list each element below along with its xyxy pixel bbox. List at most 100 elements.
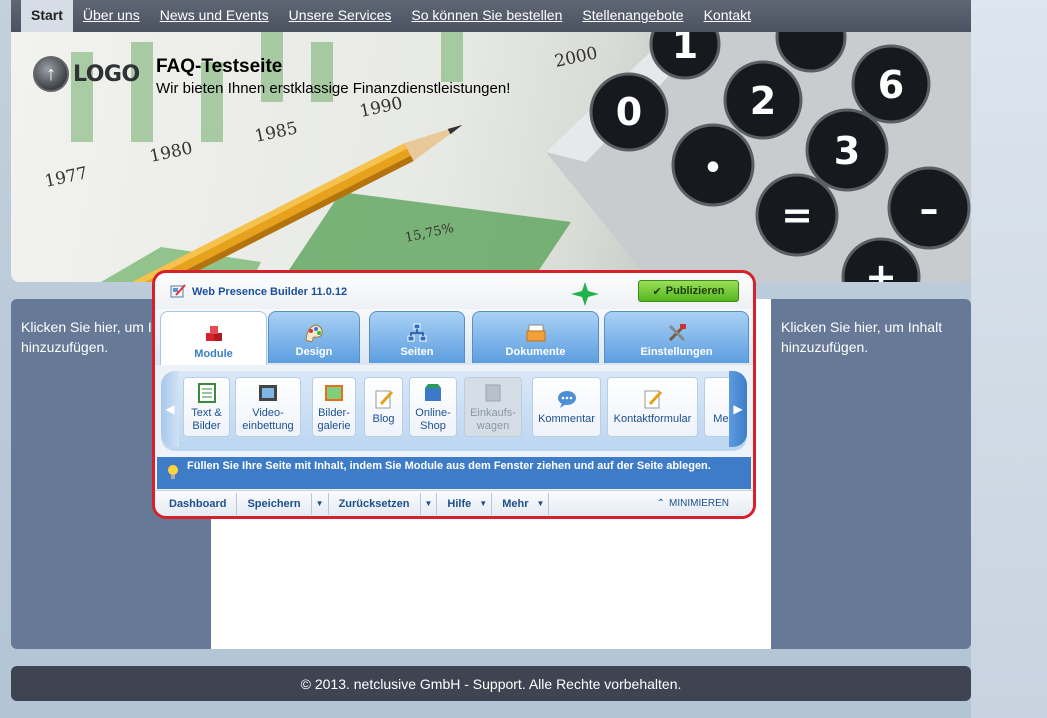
nav-item-start[interactable]: Start	[21, 0, 73, 32]
top-navigation: Start Über uns News und Events Unsere Se…	[11, 0, 971, 32]
nav-item-news-und-events[interactable]: News und Events	[150, 0, 279, 32]
svg-text:1: 1	[672, 32, 698, 67]
chevron-left-icon: ◀	[165, 402, 175, 416]
svg-text:0: 0	[616, 90, 642, 134]
module-text-bilder[interactable]: Text & Bilder	[183, 377, 230, 437]
arrow-up-icon: ↑	[33, 56, 69, 92]
editor-titlebar[interactable]: Web Presence Builder 11.0.12 ✔ Publizier…	[155, 273, 753, 309]
tab-label-module: Module	[194, 348, 233, 360]
minimize-label: MINIMIEREN	[669, 498, 729, 509]
nav-item-stellenangebote[interactable]: Stellenangebote	[572, 0, 693, 32]
module-label: Online- Shop	[415, 406, 451, 432]
module-videoeinbettung[interactable]: Video- einbettung	[235, 377, 301, 437]
footer-text: © 2013. netclusive GmbH - Support. Alle …	[300, 675, 682, 692]
module-media-partial[interactable]: Med	[704, 377, 731, 437]
form-pencil-icon	[644, 390, 662, 409]
palette-icon	[305, 324, 323, 342]
tab-einstellungen[interactable]: Einstellungen	[604, 311, 749, 363]
editor-title: Web Presence Builder 11.0.12	[192, 286, 348, 298]
scroll-left-button[interactable]: ◀	[161, 371, 179, 447]
tab-label-design: Design	[295, 346, 333, 358]
module-label: Kommentar	[538, 413, 595, 425]
svg-text:2: 2	[750, 79, 776, 123]
nav-item-bestellen[interactable]: So können Sie bestellen	[401, 0, 572, 32]
module-label: Bilder- galerie	[317, 406, 351, 432]
check-icon: ✔	[652, 285, 662, 298]
scroll-right-button[interactable]: ▶	[729, 371, 747, 447]
film-icon	[259, 384, 277, 401]
module-label: Text & Bilder	[191, 406, 222, 432]
module-kontaktformular[interactable]: Kontaktformular	[607, 377, 698, 437]
site-subtitle: Wir bieten Ihnen erstklassige Finanzdien…	[156, 80, 511, 97]
svg-text:1980: 1980	[148, 138, 194, 167]
module-kommentar[interactable]: Kommentar	[532, 377, 601, 437]
svg-text:6: 6	[878, 63, 904, 107]
move-handle-icon[interactable]	[565, 279, 605, 309]
help-dropdown-arrow-icon[interactable]: ▼	[475, 492, 493, 515]
svg-text:=: =	[781, 193, 813, 237]
tools-icon	[668, 324, 686, 342]
minimize-button[interactable]: ⌃ MINIMIEREN	[657, 498, 729, 509]
tab-label-einstellungen: Einstellungen	[640, 346, 713, 358]
module-label: Blog	[372, 413, 395, 425]
module-blog[interactable]: Blog	[364, 377, 403, 437]
module-einkaufswagen[interactable]: Einkaufs- wagen	[464, 377, 522, 437]
svg-text:1977: 1977	[43, 163, 89, 192]
svg-text:2000: 2000	[553, 43, 599, 72]
reset-dropdown-arrow-icon[interactable]: ▼	[421, 492, 438, 515]
dashboard-button[interactable]: Dashboard	[155, 492, 238, 515]
tab-module[interactable]: Module	[160, 311, 267, 365]
save-dropdown-arrow-icon[interactable]: ▼	[312, 492, 329, 515]
tab-label-dokumente: Dokumente	[505, 346, 566, 358]
nav-item-ueber-uns[interactable]: Über uns	[73, 0, 150, 32]
info-hint-bar: Füllen Sie Ihre Seite mit Inhalt, indem …	[157, 457, 751, 489]
cubes-icon	[205, 326, 222, 341]
editor-bottom-menu: Dashboard Speichern ▼ Zurücksetzen ▼ Hil…	[155, 490, 753, 516]
publish-button[interactable]: ✔ Publizieren	[638, 280, 739, 302]
nav-item-kontakt[interactable]: Kontakt	[694, 0, 761, 32]
help-menu[interactable]: Hilfe	[437, 493, 475, 515]
comment-icon	[557, 391, 576, 408]
blog-pencil-icon	[375, 390, 393, 409]
text-image-icon	[197, 382, 216, 403]
svg-text:1990: 1990	[358, 93, 404, 122]
svg-text:3: 3	[834, 129, 860, 173]
lightbulb-icon	[168, 465, 178, 479]
module-list: Text & Bilder Video- einbettung Bilder- …	[183, 377, 731, 439]
info-hint-text: Füllen Sie Ihre Seite mit Inhalt, indem …	[187, 460, 711, 472]
module-label: Kontaktformular	[613, 413, 692, 425]
builder-logo-icon	[170, 284, 186, 298]
header-image: 1977 1980 1985 1990 2000 15,75% 0 • = 2 …	[43, 32, 971, 282]
svg-text:+: +	[865, 255, 897, 282]
editor-tabs: Module Design Seiten Dokumente Einstellu…	[155, 309, 753, 365]
right-column-placeholder[interactable]: Klicken Sie hier, um Inhalt hinzuzufügen…	[781, 317, 961, 357]
svg-text:–: –	[920, 187, 939, 231]
tab-dokumente[interactable]: Dokumente	[472, 311, 599, 363]
web-presence-builder-panel: Web Presence Builder 11.0.12 ✔ Publizier…	[152, 270, 756, 519]
sitemap-icon	[407, 323, 427, 342]
publish-label: Publizieren	[665, 285, 725, 297]
module-bildergalerie[interactable]: Bilder- galerie	[312, 377, 356, 437]
reset-button[interactable]: Zurücksetzen	[329, 492, 421, 515]
gallery-icon	[325, 384, 343, 401]
site-title: FAQ-Testseite	[156, 56, 283, 77]
nav-item-unsere-services[interactable]: Unsere Services	[279, 0, 402, 32]
tab-design[interactable]: Design	[268, 311, 360, 363]
site-logo[interactable]: ↑ LOGO	[33, 56, 140, 92]
more-menu[interactable]: Mehr	[492, 493, 532, 515]
page-background-strip	[971, 0, 1047, 718]
module-online-shop[interactable]: Online- Shop	[409, 377, 457, 437]
module-label: Video- einbettung	[242, 406, 294, 432]
logo-text: LOGO	[73, 61, 140, 87]
chevron-right-icon: ▶	[733, 402, 743, 416]
tab-label-seiten: Seiten	[400, 346, 434, 358]
module-label: Einkaufs- wagen	[470, 406, 516, 432]
svg-text:1985: 1985	[253, 118, 299, 147]
footer: © 2013. netclusive GmbH - Support. Alle …	[11, 666, 971, 701]
more-dropdown-arrow-icon[interactable]: ▼	[532, 492, 550, 515]
svg-text:•: •	[703, 151, 722, 186]
tab-seiten[interactable]: Seiten	[369, 311, 465, 363]
save-button[interactable]: Speichern	[237, 492, 312, 515]
shop-icon	[425, 383, 441, 401]
header-banner: 1977 1980 1985 1990 2000 15,75% 0 • = 2 …	[11, 32, 971, 282]
